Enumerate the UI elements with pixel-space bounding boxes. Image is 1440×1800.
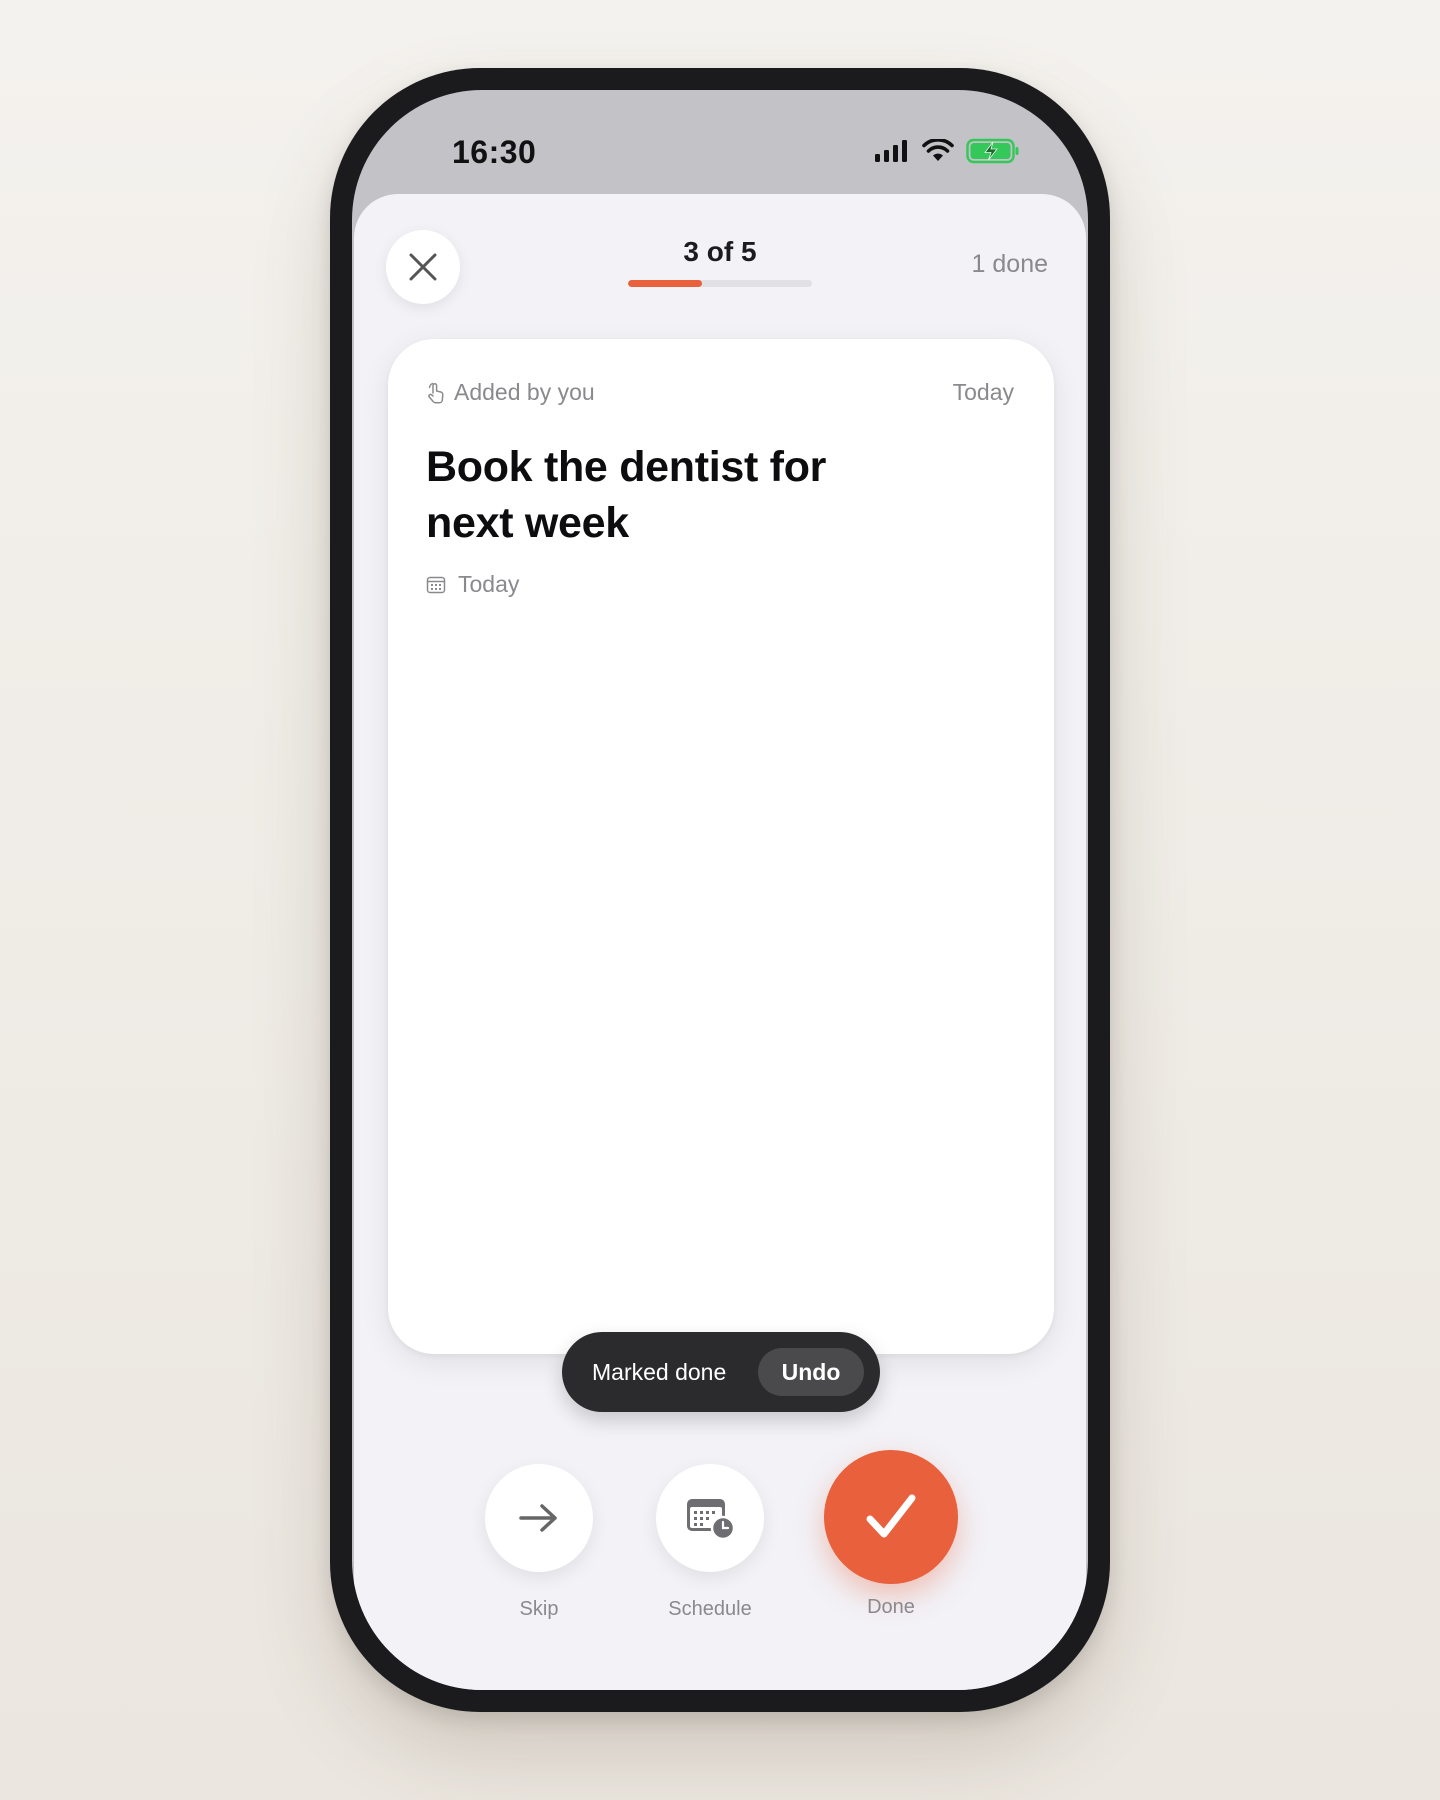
task-added-date: Today (952, 379, 1014, 405)
hand-pointer-icon (428, 382, 444, 404)
battery-charging-icon (966, 138, 1019, 164)
undo-button[interactable]: Undo (758, 1348, 864, 1396)
schedule-label: Schedule (668, 1598, 752, 1620)
done-count: 1 done (971, 250, 1048, 278)
schedule-button[interactable] (656, 1464, 764, 1572)
arrow-right-icon (519, 1504, 557, 1532)
review-sheet: 3 of 5 1 done Added by you Today Book th… (354, 194, 1086, 1690)
status-bar: 16:30 (352, 90, 1088, 200)
toast-message: Marked done (592, 1358, 727, 1385)
task-source-label: Added by you (454, 379, 595, 405)
undo-toast: Marked done Undo (562, 1332, 880, 1412)
skip-button[interactable] (485, 1464, 593, 1572)
task-source: Added by you (426, 379, 595, 406)
done-button[interactable] (824, 1450, 958, 1584)
progress-bar (628, 280, 812, 287)
wifi-icon (922, 139, 954, 161)
checkmark-icon (866, 1494, 916, 1538)
schedule-action: Schedule (650, 1464, 770, 1621)
status-icons (874, 138, 1020, 164)
skip-label: Skip (519, 1598, 559, 1620)
calendar-clock-icon (687, 1499, 735, 1540)
task-due-date: Today (426, 571, 519, 598)
phone-screen: 16:30 3 of 5 1 done Added by you Today B… (352, 90, 1088, 1690)
progress-bar-fill (628, 280, 702, 287)
signal-icon (875, 140, 907, 162)
task-card[interactable]: Added by you Today Book the dentist for … (388, 339, 1054, 1354)
done-action: Done (824, 1450, 958, 1619)
done-label: Done (867, 1596, 915, 1618)
task-due-label: Today (458, 571, 520, 597)
calendar-icon (426, 576, 446, 593)
status-time: 16:30 (452, 134, 537, 170)
task-title: Book the dentist for next week (426, 443, 827, 547)
skip-action: Skip (484, 1464, 594, 1621)
phone-frame: 16:30 3 of 5 1 done Added by you Today B… (330, 68, 1110, 1712)
